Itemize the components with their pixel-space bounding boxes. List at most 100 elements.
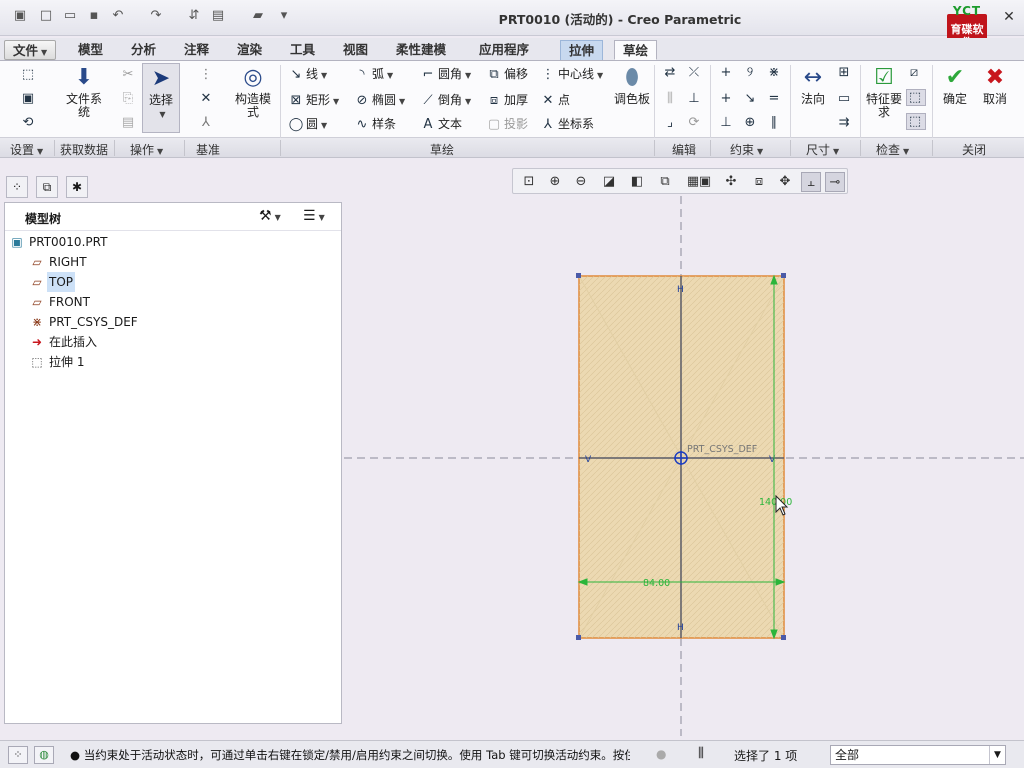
sketch-setup-icon[interactable]: ⬚ xyxy=(20,67,38,82)
tab-model[interactable]: 模型 xyxy=(70,40,111,60)
reference-icon[interactable]: ▣ xyxy=(20,91,38,106)
datum-csys-icon[interactable]: ⅄ xyxy=(198,115,216,130)
customize-qat-icon[interactable]: ▾ xyxy=(276,8,292,24)
save-icon[interactable]: ▪ xyxy=(86,8,102,24)
tab-annotate[interactable]: 注释 xyxy=(176,40,217,60)
tree-settings-icon[interactable]: ⚒ ▼ xyxy=(259,208,281,224)
line-tool[interactable]: ↘ 线 ▼ xyxy=(288,65,328,82)
tangent-constraint-icon[interactable]: ୨ xyxy=(742,65,760,80)
offset-tool[interactable]: ⧉ 偏移 xyxy=(486,65,528,82)
selection-filter-icon[interactable]: ⫼ xyxy=(698,746,704,761)
midpoint-constraint-icon[interactable]: ⋇ xyxy=(766,65,784,80)
zoom-out-icon[interactable]: ⊖ xyxy=(571,172,591,192)
ok-button[interactable]: ✔ 确定 xyxy=(938,63,972,106)
paste-icon[interactable]: ▤ xyxy=(120,115,138,130)
sketch-view-icon[interactable]: ⟲ xyxy=(20,115,38,130)
centerline-datum-icon[interactable]: ⋮ xyxy=(198,67,216,82)
spin-center-icon[interactable]: ✥ xyxy=(775,172,795,192)
symmetric-constraint-icon[interactable]: ⊕ xyxy=(742,115,760,130)
copy-icon[interactable]: ⎘ xyxy=(120,91,138,106)
group-operations[interactable]: 操作 ▼ xyxy=(130,141,163,158)
parallel-constraint-icon[interactable]: ∥ xyxy=(766,115,784,130)
tab-tools[interactable]: 工具 xyxy=(282,40,323,60)
construction-mode-button[interactable]: ◎ 构造模式 xyxy=(232,63,274,119)
display-style-icon[interactable]: ◧ xyxy=(627,172,647,192)
perimeter-icon[interactable]: ⊞ xyxy=(836,65,854,80)
repaint-icon[interactable]: ◪ xyxy=(599,172,619,192)
perpendicular-constraint-icon[interactable]: ⊥ xyxy=(718,115,736,130)
sketcher-display-icon[interactable]: ⫠ xyxy=(801,172,821,192)
select-button[interactable]: ➤ 选择 ▼ xyxy=(142,63,180,133)
datum-display-icon[interactable]: ✣ xyxy=(721,172,741,192)
tab-applications[interactable]: 应用程序 xyxy=(471,40,537,60)
feature-requirements-button[interactable]: ☑ 特征要求 xyxy=(864,63,904,119)
tree-item-right[interactable]: ▱ RIGHT xyxy=(5,252,341,272)
divide-icon[interactable]: ⊥ xyxy=(686,91,704,106)
close-icon[interactable]: ✕ xyxy=(1000,8,1018,26)
annotation-display-icon[interactable]: ⧈ xyxy=(749,172,769,192)
browser-toggle-icon[interactable]: ◍ xyxy=(34,746,54,764)
delete-segment-icon[interactable]: ⤫ xyxy=(686,65,704,80)
chamfer-tool[interactable]: ⟋ 倒角 ▼ xyxy=(420,91,471,108)
rotate-resize-icon[interactable]: ⟳ xyxy=(686,115,704,130)
spline-tool[interactable]: ∿ 样条 xyxy=(354,115,396,132)
tab-render[interactable]: 渲染 xyxy=(229,40,270,60)
text-tool[interactable]: A 文本 xyxy=(420,115,462,132)
tree-item-part[interactable]: ▣ PRT0010.PRT xyxy=(5,232,341,252)
selection-filter-select[interactable]: 全部 ▼ xyxy=(830,745,1006,765)
baseline-icon[interactable]: ⇉ xyxy=(836,115,854,130)
reference-dim-icon[interactable]: ▭ xyxy=(836,91,854,106)
arc-tool[interactable]: ◝ 弧 ▼ xyxy=(354,65,393,82)
cancel-button[interactable]: ✖ 取消 xyxy=(978,63,1012,106)
favorites-tab-icon[interactable]: ✱ xyxy=(66,176,88,198)
tab-sketch[interactable]: 草绘 xyxy=(614,40,658,60)
project-tool[interactable]: ▢ 投影 xyxy=(486,115,528,132)
tree-item-front[interactable]: ▱ FRONT xyxy=(5,292,341,312)
perspective-icon[interactable]: ▣ xyxy=(695,172,715,192)
regenerate-icon[interactable]: ⇵ xyxy=(186,8,202,24)
mirror-icon[interactable]: ⫼ xyxy=(662,91,680,106)
windows-icon[interactable]: ▤ xyxy=(210,8,226,24)
tree-item-csys[interactable]: ⋇ PRT_CSYS_DEF xyxy=(5,312,341,332)
undo-icon[interactable]: ↶ xyxy=(110,8,126,24)
ellipse-tool[interactable]: ⊘ 椭圆 ▼ xyxy=(354,91,406,108)
new-file-icon[interactable]: □ xyxy=(38,8,54,24)
tab-file[interactable]: 文件 ▼ xyxy=(4,40,57,60)
tree-columns-icon[interactable]: ☰ ▼ xyxy=(303,208,325,224)
datum-point-icon[interactable]: ✕ xyxy=(198,91,216,106)
group-dimension[interactable]: 尺寸 ▼ xyxy=(806,141,839,158)
saved-views-icon[interactable]: ⧉ xyxy=(655,172,675,192)
tab-extrude[interactable]: 拉伸 xyxy=(560,40,604,60)
palette-button[interactable]: ⬮ 调色板 xyxy=(614,63,650,106)
refit-icon[interactable]: ⊡ xyxy=(519,172,539,192)
tab-analysis[interactable]: 分析 xyxy=(123,40,164,60)
navigator-toggle-icon[interactable]: ⁘ xyxy=(8,746,28,764)
point-tool[interactable]: ✕ 点 xyxy=(540,91,570,108)
highlight-open-ends-icon[interactable]: ⬚ xyxy=(906,89,926,106)
tree-item-top[interactable]: ▱ TOP xyxy=(5,272,341,292)
tab-flexible-modeling[interactable]: 柔性建模 xyxy=(388,40,454,60)
modify-icon[interactable]: ⇄ xyxy=(662,65,680,80)
model-tree-tab-icon[interactable]: ⁘ xyxy=(6,176,28,198)
rectangle-tool[interactable]: ⊠ 矩形 ▼ xyxy=(288,91,340,108)
normal-dimension-button[interactable]: ↔ 法向 xyxy=(796,63,830,106)
group-inspect[interactable]: 检查 ▼ xyxy=(876,141,909,158)
equal-constraint-icon[interactable]: = xyxy=(766,91,784,106)
folder-browser-tab-icon[interactable]: ⧉ xyxy=(36,176,58,198)
cut-icon[interactable]: ✂ xyxy=(120,67,138,82)
tree-item-insert-here[interactable]: ➜ 在此插入 xyxy=(5,332,341,352)
close-window-icon[interactable]: ▰ xyxy=(250,8,266,24)
zoom-in-icon[interactable]: ⊕ xyxy=(545,172,565,192)
constraint-display-icon[interactable]: ⊸ xyxy=(825,172,845,192)
open-file-icon[interactable]: ▭ xyxy=(62,8,78,24)
tree-item-extrude[interactable]: ⬚ 拉伸 1 xyxy=(5,352,341,372)
thicken-tool[interactable]: ⧈ 加厚 xyxy=(486,91,528,108)
shade-closed-loops-icon[interactable]: ⬚ xyxy=(906,113,926,130)
corner-icon[interactable]: ⌟ xyxy=(662,115,680,130)
tab-view[interactable]: 视图 xyxy=(335,40,376,60)
fillet-tool[interactable]: ⌐ 圆角 ▼ xyxy=(420,65,472,82)
overlap-geometry-icon[interactable]: ⧄ xyxy=(906,65,924,80)
horizontal-constraint-icon[interactable]: + xyxy=(718,91,736,106)
vertical-constraint-icon[interactable]: + xyxy=(718,65,736,80)
file-system-button[interactable]: ⬇ 文件系统 xyxy=(64,63,104,119)
